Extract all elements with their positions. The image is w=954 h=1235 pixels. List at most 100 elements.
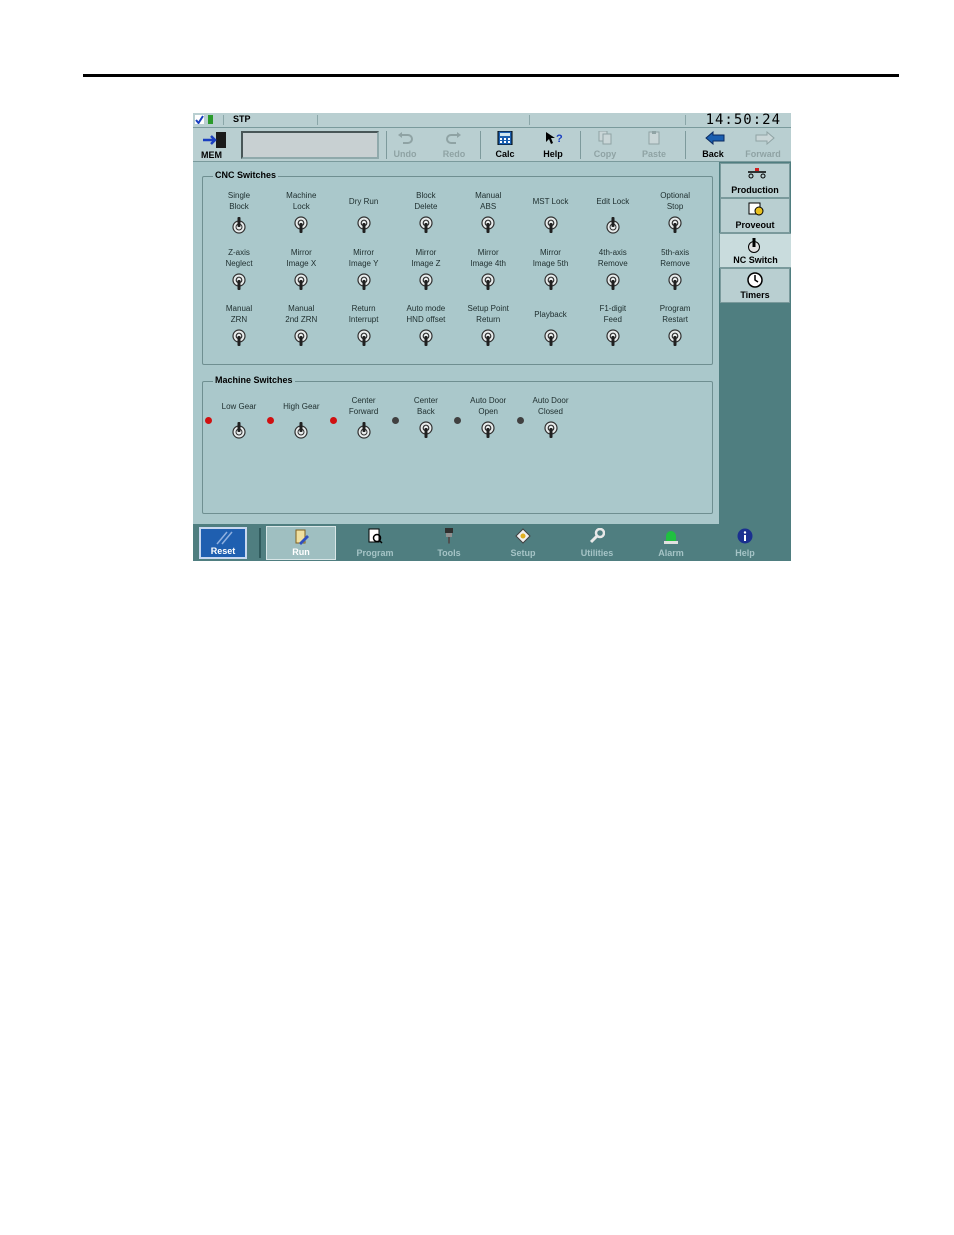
nav-program-label: Program bbox=[356, 548, 394, 558]
toggle-off-icon bbox=[232, 329, 246, 346]
cnc-switch[interactable]: MST Lock bbox=[520, 190, 582, 234]
nav-run[interactable]: Run bbox=[266, 526, 336, 560]
toggle-on-icon bbox=[294, 422, 308, 439]
tab-production-label: Production bbox=[731, 185, 779, 195]
reset-label: Reset bbox=[210, 546, 236, 556]
nav-tools[interactable]: Tools bbox=[414, 526, 484, 560]
nav-setup[interactable]: Setup bbox=[488, 526, 558, 560]
nav-utilities[interactable]: Utilities bbox=[562, 526, 632, 560]
toggle-on-icon bbox=[232, 422, 246, 439]
cnc-switch[interactable]: Manual 2nd ZRN bbox=[270, 303, 332, 347]
toggle-off-icon bbox=[668, 329, 682, 346]
machine-switch[interactable]: Center Back bbox=[395, 395, 457, 439]
switch-label: Dry Run bbox=[348, 196, 379, 206]
cnc-switch[interactable]: Mirror Image Z bbox=[395, 247, 457, 291]
cnc-switch[interactable]: Playback bbox=[520, 303, 582, 347]
machine-switch[interactable]: Auto Door Closed bbox=[520, 395, 582, 439]
side-tabs: Production Proveout NC Switch Timers bbox=[719, 162, 791, 524]
switch-label: 4th-axis Remove bbox=[597, 247, 628, 268]
toggle-off-icon bbox=[481, 329, 495, 346]
cnc-switch[interactable]: Mirror Image X bbox=[270, 247, 332, 291]
toggle-off-icon bbox=[356, 329, 371, 346]
toggle-off-icon bbox=[543, 272, 558, 290]
status-divider bbox=[685, 115, 686, 125]
cnc-switch[interactable]: F1-digit Feed bbox=[582, 303, 644, 347]
reset-button[interactable]: Reset bbox=[199, 527, 247, 559]
cnc-switch[interactable]: Z-axis Neglect bbox=[208, 247, 270, 291]
help-button[interactable]: ? Help bbox=[529, 129, 577, 160]
switch-label: Playback bbox=[534, 309, 567, 319]
page-rule bbox=[83, 74, 899, 77]
toggle-off-icon bbox=[419, 272, 433, 290]
cnc-switch[interactable]: Mirror Image 4th bbox=[457, 247, 519, 291]
cnc-switch[interactable]: Dry Run bbox=[333, 190, 395, 234]
cnc-switch[interactable]: Auto mode HND offset bbox=[395, 303, 457, 347]
cnc-switch[interactable]: Single Block bbox=[208, 190, 270, 234]
forward-button[interactable]: Forward bbox=[739, 129, 787, 160]
switch-label: Program Restart bbox=[659, 304, 691, 324]
toolbar-divider bbox=[685, 131, 686, 159]
toggle-off-icon bbox=[668, 272, 682, 290]
tab-proveout[interactable]: Proveout bbox=[720, 198, 790, 233]
cnc-switch[interactable]: Mirror Image 5th bbox=[520, 247, 582, 291]
cnc-switch[interactable]: Program Restart bbox=[644, 303, 706, 347]
cnc-switch[interactable]: Mirror Image Y bbox=[333, 247, 395, 291]
switch-label: MST Lock bbox=[532, 196, 569, 206]
tab-nc-switch[interactable]: NC Switch bbox=[719, 233, 791, 268]
door-arrow-icon bbox=[203, 132, 226, 148]
calc-button[interactable]: Calc bbox=[481, 129, 529, 160]
toggle-off-icon bbox=[419, 329, 433, 346]
switch-label: 5th-axis Remove bbox=[660, 247, 690, 268]
cnc-switch[interactable]: 5th-axis Remove bbox=[644, 247, 706, 291]
machine-switch[interactable]: Center Forward bbox=[333, 395, 395, 439]
switch-label: Mirror Image 5th bbox=[532, 247, 569, 268]
tab-production[interactable]: Production bbox=[720, 163, 790, 198]
cnc-switch[interactable]: 4th-axis Remove bbox=[582, 247, 644, 291]
cnc-switch[interactable]: Optional Stop bbox=[644, 190, 706, 234]
toggle-off-icon bbox=[543, 421, 558, 438]
switch-label: Setup Point Return bbox=[467, 304, 509, 324]
toggle-off-icon bbox=[356, 272, 371, 290]
machine-switch[interactable]: High Gear bbox=[270, 395, 332, 439]
switch-label: Edit Lock bbox=[596, 196, 630, 206]
switch-label: Z-axis Neglect bbox=[225, 247, 253, 268]
switch-label: High Gear bbox=[283, 401, 320, 411]
status-divider bbox=[223, 115, 224, 125]
status-led bbox=[391, 417, 399, 424]
nav-alarm-label: Alarm bbox=[658, 548, 684, 558]
toggle-off-icon bbox=[294, 272, 308, 290]
machine-switch[interactable]: Auto Door Open bbox=[457, 395, 519, 439]
back-label: Back bbox=[702, 149, 724, 159]
cnc-switch[interactable]: Block Delete bbox=[395, 190, 457, 234]
copy-button[interactable]: Copy bbox=[581, 129, 629, 160]
alarm-light-icon bbox=[664, 531, 678, 544]
cnc-switch[interactable]: Setup Point Return bbox=[457, 303, 519, 347]
redo-button[interactable]: Redo bbox=[430, 129, 478, 160]
paste-icon bbox=[648, 131, 660, 145]
cnc-switch[interactable]: Machine Lock bbox=[270, 190, 332, 234]
tab-timers[interactable]: Timers bbox=[720, 268, 790, 303]
switch-label: Single Block bbox=[227, 191, 251, 211]
paste-button[interactable]: Paste bbox=[630, 129, 678, 160]
machine-switch[interactable]: Low Gear bbox=[208, 395, 270, 439]
nav-program[interactable]: Program bbox=[340, 526, 410, 560]
tab-timers-label: Timers bbox=[740, 290, 770, 300]
cnc-switch[interactable]: Manual ABS bbox=[457, 190, 519, 234]
cnc-switch[interactable]: Manual ZRN bbox=[208, 303, 270, 347]
conveyor-icon bbox=[748, 168, 766, 179]
cnc-switch[interactable]: Edit Lock bbox=[582, 190, 644, 234]
toggle-off-icon bbox=[481, 421, 495, 438]
mode-button[interactable]: MEM bbox=[199, 130, 231, 160]
status-bar: STP 14:50:24 bbox=[193, 113, 791, 128]
undo-label: Undo bbox=[393, 149, 417, 159]
tool-holder-icon bbox=[445, 528, 453, 544]
nav-alarm[interactable]: Alarm bbox=[636, 526, 706, 560]
nav-help[interactable]: Help bbox=[710, 526, 780, 560]
machine-switches-title: Machine Switches bbox=[213, 375, 295, 385]
toggle-off-icon bbox=[481, 216, 495, 233]
info-icon bbox=[737, 528, 753, 544]
back-button[interactable]: Back bbox=[689, 129, 737, 160]
undo-button[interactable]: Undo bbox=[381, 129, 429, 160]
cnc-switch[interactable]: Return Interrupt bbox=[333, 303, 395, 347]
switch-label: Mirror Image Z bbox=[411, 247, 441, 268]
